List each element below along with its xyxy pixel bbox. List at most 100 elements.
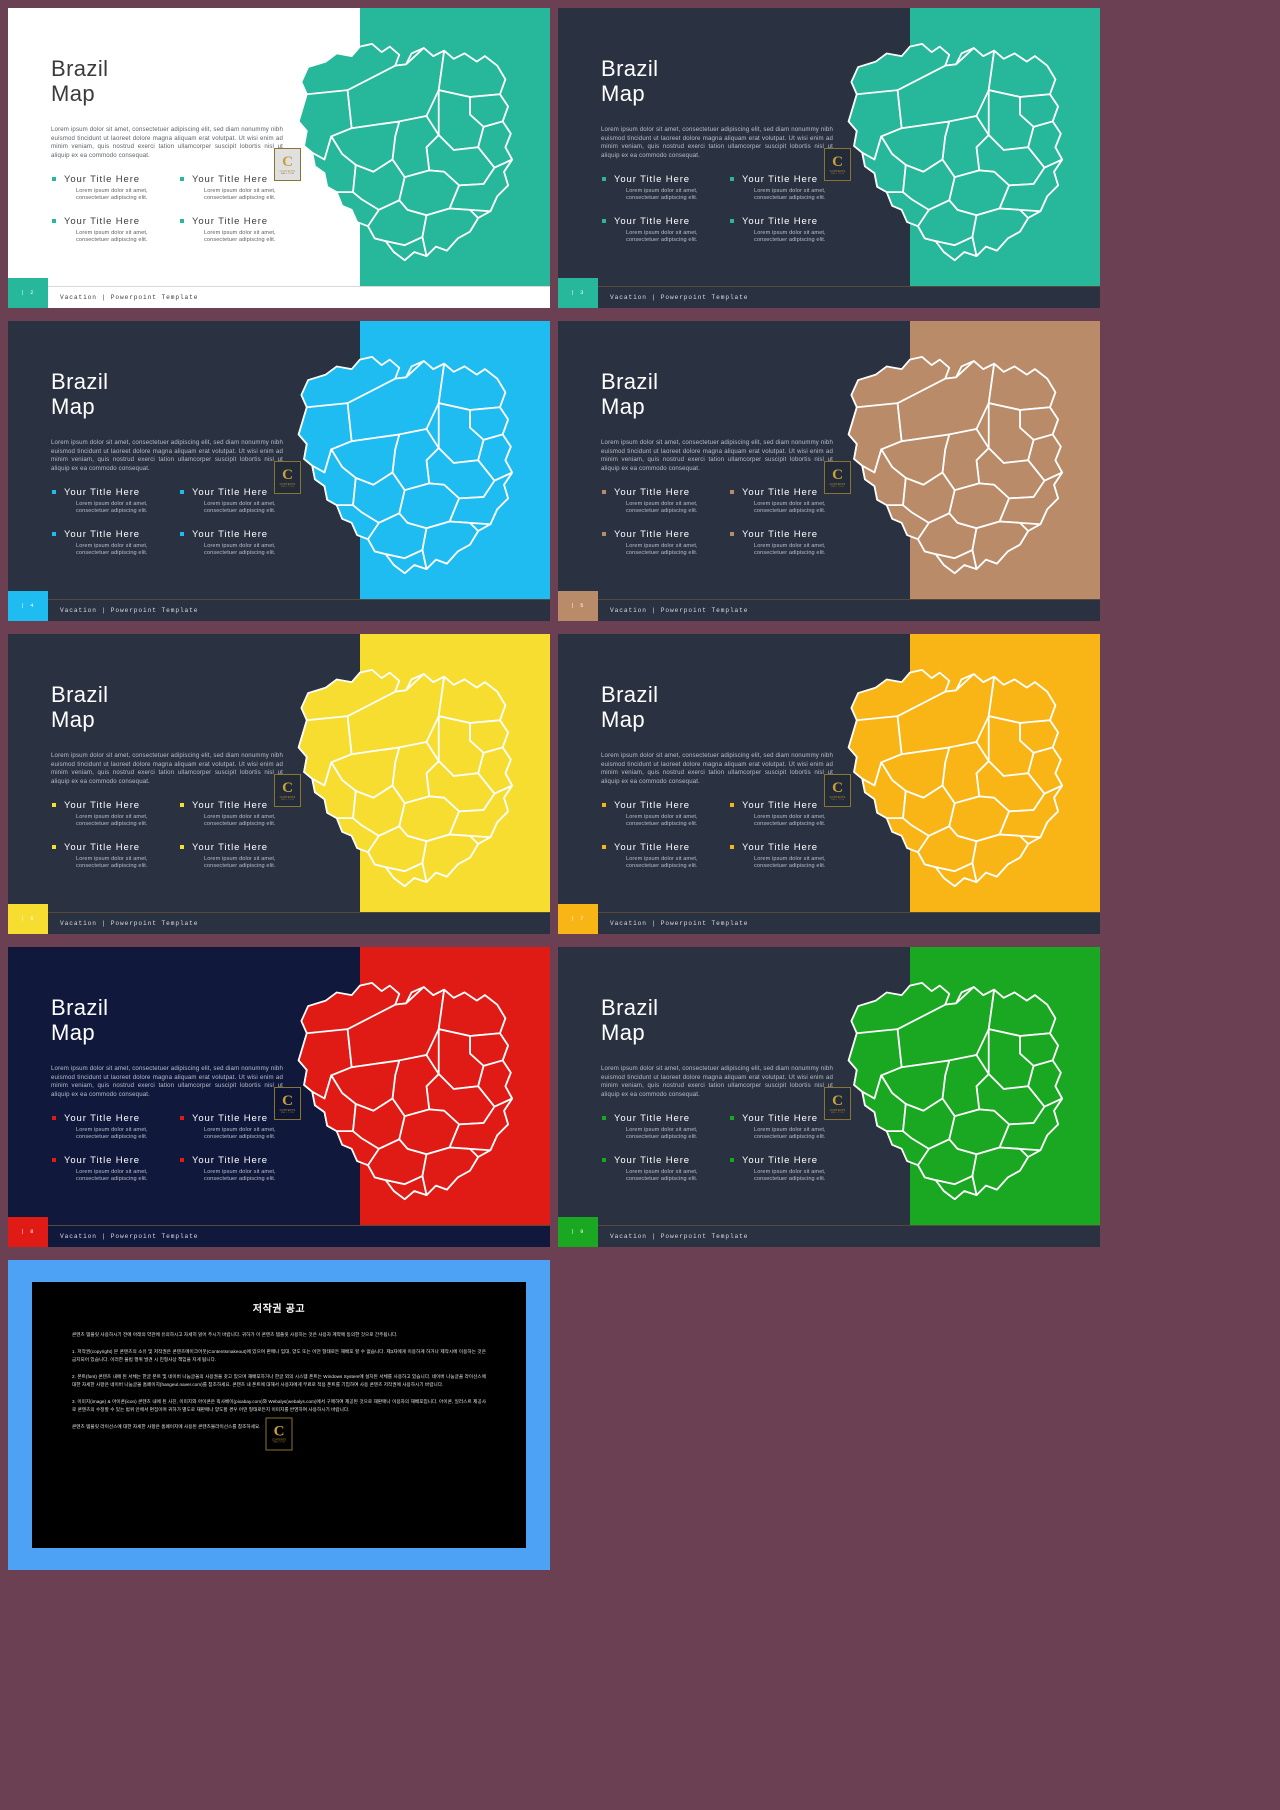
bullet-item[interactable]: Your Title Here Lorem ipsum dolor sit am… <box>179 1155 299 1184</box>
bullet-subtext: Lorem ipsum dolor sit amet, consectetuer… <box>754 188 826 202</box>
watermark-letter: C <box>832 1092 843 1109</box>
bullet-marker-icon <box>730 218 734 223</box>
footer-label: Vacation | Powerpoint Template <box>60 920 199 927</box>
slide-title: Brazil Map <box>601 995 659 1045</box>
bullet-item[interactable]: Your Title Here Lorem ipsum dolor sit am… <box>51 487 171 516</box>
bullet-item[interactable]: Your Title Here Lorem ipsum dolor sit am… <box>51 1155 171 1184</box>
bullet-subtext: Lorem ipsum dolor sit amet, consectetuer… <box>204 229 276 244</box>
slide[interactable]: Brazil Map Lorem ipsum dolor sit amet, c… <box>8 321 550 621</box>
slide-title: Brazil Map <box>51 682 109 732</box>
slide-number-badge: | 2 <box>8 278 48 308</box>
watermark-letter: C <box>273 1423 285 1440</box>
copyright-title: 저작권 공고 <box>252 1304 306 1315</box>
slide-paragraph: Lorem ipsum dolor sit amet, consectetuer… <box>601 126 833 159</box>
bullet-title: Your Title Here <box>742 841 818 853</box>
watermark-line2: MALL.COM <box>830 485 845 488</box>
bullet-title: Your Title Here <box>614 1154 690 1166</box>
bullet-item[interactable]: Your Title Here Lorem ipsum dolor sit am… <box>51 216 171 245</box>
bullet-item[interactable]: Your Title Here Lorem ipsum dolor sit am… <box>601 487 721 516</box>
slide-title: Brazil Map <box>601 682 659 732</box>
slide-body: Brazil Map Lorem ipsum dolor sit amet, c… <box>8 947 550 1247</box>
bullet-item[interactable]: Your Title Here Lorem ipsum dolor sit am… <box>729 1155 849 1184</box>
bullet-subtext: Lorem ipsum dolor sit amet, consectetuer… <box>76 855 148 870</box>
footer-divider <box>8 286 550 287</box>
bullet-item[interactable]: Your Title Here Lorem ipsum dolor sit am… <box>601 1155 721 1184</box>
bullet-subtext: Lorem ipsum dolor sit amet, consectetuer… <box>754 501 826 515</box>
bullet-subtext: Lorem ipsum dolor sit amet, consectetuer… <box>76 1127 148 1141</box>
bullet-item[interactable]: Your Title Here Lorem ipsum dolor sit am… <box>179 842 299 871</box>
bullet-marker-icon <box>180 218 184 223</box>
bullet-list: Your Title Here Lorem ipsum dolor sit am… <box>601 174 849 245</box>
watermark-line2: MALL.COM <box>280 798 295 801</box>
slide-paragraph: Lorem ipsum dolor sit amet, consectetuer… <box>51 752 283 785</box>
bullet-item[interactable]: Your Title Here Lorem ipsum dolor sit am… <box>729 529 849 558</box>
bullet-item[interactable]: Your Title Here Lorem ipsum dolor sit am… <box>179 216 299 245</box>
slide[interactable]: Brazil Map Lorem ipsum dolor sit amet, c… <box>8 8 550 308</box>
footer-divider <box>558 912 1100 913</box>
bullet-marker-icon <box>602 490 606 494</box>
bullet-title: Your Title Here <box>192 841 268 853</box>
footer-label: Vacation | Powerpoint Template <box>60 1233 199 1240</box>
bullet-item[interactable]: Your Title Here Lorem ipsum dolor sit am… <box>51 529 171 558</box>
watermark-letter: C <box>832 779 843 796</box>
bullet-marker-icon <box>730 803 734 807</box>
slide-body: Brazil Map Lorem ipsum dolor sit amet, c… <box>8 321 550 621</box>
bullet-marker-icon <box>52 844 56 849</box>
slide-paragraph: Lorem ipsum dolor sit amet, consectetuer… <box>51 1065 283 1098</box>
bullet-marker-icon <box>730 1116 734 1120</box>
bullet-item[interactable]: Your Title Here Lorem ipsum dolor sit am… <box>729 216 849 245</box>
bullet-title: Your Title Here <box>742 215 818 227</box>
slide[interactable]: Brazil Map Lorem ipsum dolor sit amet, c… <box>558 8 1100 308</box>
slide-footer: | 8 Vacation | Powerpoint Template <box>8 1217 550 1247</box>
bullet-item[interactable]: Your Title Here Lorem ipsum dolor sit am… <box>601 842 721 871</box>
copyright-panel: 저작권 공고 콘텐츠 템플릿 사용하시기 전에 아래의 약관에 유의하시고 자세… <box>32 1282 526 1548</box>
slide[interactable]: Brazil Map Lorem ipsum dolor sit amet, c… <box>8 947 550 1247</box>
bullet-marker-icon <box>180 1157 184 1162</box>
bullet-item[interactable]: Your Title Here Lorem ipsum dolor sit am… <box>601 174 721 203</box>
slide-title: Brazil Map <box>601 369 659 419</box>
bullet-marker-icon <box>180 1116 184 1120</box>
slide-footer: | 9 Vacation | Powerpoint Template <box>558 1217 1100 1247</box>
bullet-item[interactable]: Your Title Here Lorem ipsum dolor sit am… <box>601 800 721 829</box>
footer-label: Vacation | Powerpoint Template <box>610 607 749 614</box>
slide[interactable]: Brazil Map Lorem ipsum dolor sit amet, c… <box>558 634 1100 934</box>
bullet-item[interactable]: Your Title Here Lorem ipsum dolor sit am… <box>51 842 171 871</box>
slide-footer: | 7 Vacation | Powerpoint Template <box>558 904 1100 934</box>
slide-number-badge: | 8 <box>8 1217 48 1247</box>
bullet-subtext: Lorem ipsum dolor sit amet, consectetuer… <box>626 542 698 557</box>
bullet-title: Your Title Here <box>64 528 140 540</box>
bullet-item[interactable]: Your Title Here Lorem ipsum dolor sit am… <box>179 529 299 558</box>
bullet-item[interactable]: Your Title Here Lorem ipsum dolor sit am… <box>601 529 721 558</box>
bullet-item[interactable]: Your Title Here Lorem ipsum dolor sit am… <box>729 842 849 871</box>
bullet-item[interactable]: Your Title Here Lorem ipsum dolor sit am… <box>51 174 171 203</box>
bullet-subtext: Lorem ipsum dolor sit amet, consectetuer… <box>204 542 276 557</box>
bullet-item[interactable]: Your Title Here Lorem ipsum dolor sit am… <box>601 1113 721 1142</box>
slide-deck-grid: Brazil Map Lorem ipsum dolor sit amet, c… <box>0 0 1280 1810</box>
footer-divider <box>558 286 1100 287</box>
bullet-subtext: Lorem ipsum dolor sit amet, consectetuer… <box>626 1127 698 1141</box>
footer-label: Vacation | Powerpoint Template <box>60 607 199 614</box>
bullet-subtext: Lorem ipsum dolor sit amet, consectetuer… <box>626 1168 698 1183</box>
slide[interactable]: Brazil Map Lorem ipsum dolor sit amet, c… <box>558 321 1100 621</box>
bullet-subtext: Lorem ipsum dolor sit amet, consectetuer… <box>76 1168 148 1183</box>
bullet-title: Your Title Here <box>614 528 690 540</box>
bullet-subtext: Lorem ipsum dolor sit amet, consectetuer… <box>626 814 698 828</box>
slide-paragraph: Lorem ipsum dolor sit amet, consectetuer… <box>601 752 833 785</box>
slide-body: Brazil Map Lorem ipsum dolor sit amet, c… <box>558 321 1100 621</box>
copyright-slide[interactable]: 저작권 공고 콘텐츠 템플릿 사용하시기 전에 아래의 약관에 유의하시고 자세… <box>8 1260 550 1570</box>
bullet-item[interactable]: Your Title Here Lorem ipsum dolor sit am… <box>51 1113 171 1142</box>
copyright-clause: 3. 이미지(image) & 아이콘(icon) 콘텐츠 내에 된 사진, 이… <box>72 1399 486 1412</box>
bullet-subtext: Lorem ipsum dolor sit amet, consectetuer… <box>754 814 826 828</box>
bullet-item[interactable]: Your Title Here Lorem ipsum dolor sit am… <box>601 216 721 245</box>
bullet-item[interactable]: Your Title Here Lorem ipsum dolor sit am… <box>51 800 171 829</box>
slide[interactable]: Brazil Map Lorem ipsum dolor sit amet, c… <box>8 634 550 934</box>
slide[interactable]: Brazil Map Lorem ipsum dolor sit amet, c… <box>558 947 1100 1247</box>
slide-title: Brazil Map <box>51 56 109 106</box>
watermark-line2: MALL.COM <box>280 172 295 175</box>
slide-number-badge: | 7 <box>558 904 598 934</box>
bullet-subtext: Lorem ipsum dolor sit amet, consectetuer… <box>76 501 148 515</box>
bullet-title: Your Title Here <box>64 174 140 185</box>
slide-number-badge: | 5 <box>558 591 598 621</box>
slide-paragraph: Lorem ipsum dolor sit amet, consectetuer… <box>51 439 283 472</box>
bullet-title: Your Title Here <box>64 487 140 498</box>
